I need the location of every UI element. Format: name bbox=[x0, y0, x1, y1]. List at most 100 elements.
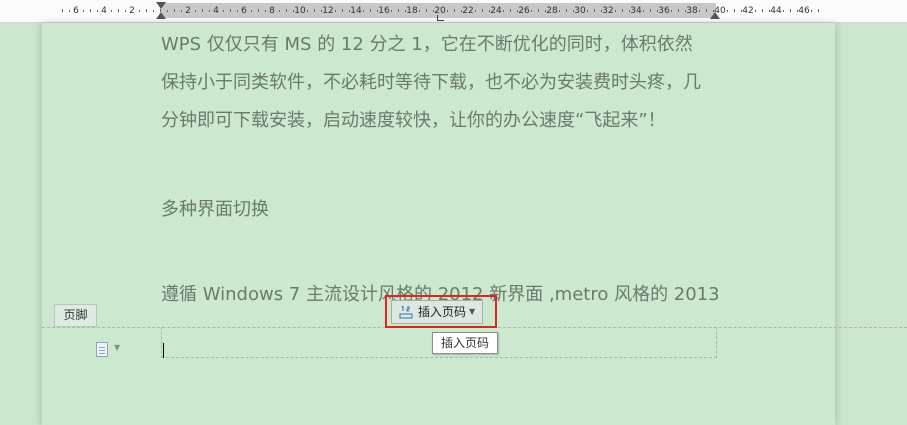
ruler-tick bbox=[531, 10, 532, 12]
text-cursor bbox=[163, 343, 164, 358]
ruler-tick bbox=[573, 10, 574, 12]
ruler-tick bbox=[181, 10, 182, 12]
ruler-tick bbox=[643, 10, 644, 12]
ruler-tick bbox=[741, 10, 742, 12]
ruler-tick bbox=[83, 10, 84, 12]
ruler-tick bbox=[559, 10, 560, 12]
ruler-tick bbox=[538, 9, 539, 12]
ruler-label: 36 bbox=[658, 6, 670, 16]
ruler-tick bbox=[685, 10, 686, 12]
ruler-tick bbox=[482, 9, 483, 12]
ruler-tick bbox=[461, 10, 462, 12]
ruler-tick bbox=[237, 10, 238, 12]
ruler-tick bbox=[391, 10, 392, 12]
first-line-indent-marker[interactable] bbox=[156, 2, 166, 9]
ruler-tick bbox=[251, 10, 252, 12]
ruler-tick bbox=[314, 9, 315, 12]
ruler-tick bbox=[118, 9, 119, 12]
ruler-tick bbox=[447, 10, 448, 12]
ruler-label: 44 bbox=[770, 6, 782, 16]
ruler-tick bbox=[69, 10, 70, 12]
ruler-tick bbox=[223, 10, 224, 12]
chevron-down-icon: ▼ bbox=[469, 307, 476, 316]
horizontal-ruler[interactable]: 6 4 2 2 4 6 8 10 12 14 16 18 20 22 24 26 28 30 32 34 36 38 40 4… bbox=[0, 0, 907, 23]
ruler-tick bbox=[307, 10, 308, 12]
chevron-down-icon: ▼ bbox=[114, 343, 121, 352]
ruler-label: 2 bbox=[185, 6, 191, 16]
ruler-tick bbox=[202, 9, 203, 12]
ruler-tick bbox=[209, 10, 210, 12]
ruler-tick bbox=[146, 9, 147, 12]
ruler-label: 26 bbox=[518, 6, 530, 16]
ruler-tick bbox=[594, 9, 595, 12]
ruler-label: 22 bbox=[462, 6, 474, 16]
ruler-tick bbox=[587, 10, 588, 12]
ruler-tick bbox=[433, 10, 434, 12]
tab-stop-marker[interactable] bbox=[437, 15, 444, 21]
ruler-label: 6 bbox=[73, 6, 79, 16]
ruler-tick bbox=[657, 10, 658, 12]
ruler-tick bbox=[706, 9, 707, 12]
ruler-label: 10 bbox=[294, 6, 306, 16]
ruler-label: 4 bbox=[101, 6, 107, 16]
ruler-tick bbox=[629, 10, 630, 12]
ruler-label: 18 bbox=[406, 6, 418, 16]
ruler-tick bbox=[258, 9, 259, 12]
ruler-tick bbox=[97, 10, 98, 12]
ruler-tick bbox=[727, 10, 728, 12]
ruler-label: 28 bbox=[546, 6, 558, 16]
ruler-tick bbox=[335, 10, 336, 12]
ruler-tick bbox=[265, 10, 266, 12]
ruler-tick bbox=[510, 9, 511, 12]
ruler-tick bbox=[90, 9, 91, 12]
ruler-tick bbox=[818, 9, 819, 12]
document-icon bbox=[96, 342, 108, 357]
ruler-tick bbox=[678, 9, 679, 12]
ruler-label: 12 bbox=[322, 6, 334, 16]
ruler-tick bbox=[342, 9, 343, 12]
ruler-tick bbox=[762, 9, 763, 12]
ruler-tick bbox=[755, 10, 756, 12]
body-paragraph-line-1: WPS 仅仅只有 MS 的 12 分之 1，它在不断优化的同时，体积依然 bbox=[161, 34, 693, 55]
ruler-tick bbox=[699, 10, 700, 12]
ruler-tick bbox=[517, 10, 518, 12]
ruler-tick bbox=[615, 10, 616, 12]
ruler-tick bbox=[454, 9, 455, 12]
ruler-tick bbox=[622, 9, 623, 12]
ruler-tick bbox=[797, 10, 798, 12]
ruler-tick bbox=[545, 10, 546, 12]
ruler-tick bbox=[363, 10, 364, 12]
ruler-label: 32 bbox=[602, 6, 614, 16]
ruler-label: 46 bbox=[798, 6, 810, 16]
ruler-tick bbox=[370, 9, 371, 12]
ruler-label: 38 bbox=[686, 6, 698, 16]
ruler-tick bbox=[230, 9, 231, 12]
footer-options-button[interactable]: ▼ bbox=[94, 341, 124, 357]
ruler-tick bbox=[279, 10, 280, 12]
ruler-label: 2 bbox=[129, 6, 135, 16]
ruler-tick bbox=[111, 10, 112, 12]
body-paragraph-line-2: 保持小于同类软件，不必耗时等待下载，也不必为安装费时头疼，几 bbox=[161, 72, 701, 93]
ruler-tick bbox=[167, 10, 168, 12]
insert-page-number-tooltip: 插入页码 bbox=[432, 332, 498, 354]
ruler-tick bbox=[601, 10, 602, 12]
left-indent-marker[interactable] bbox=[156, 12, 166, 19]
ruler-label: 24 bbox=[490, 6, 502, 16]
insert-page-number-button[interactable]: 插入页码 ▼ bbox=[391, 300, 483, 324]
ruler-tick bbox=[790, 9, 791, 12]
body-paragraph-line-3: 分钟即可下载安装，启动速度较快，让你的办公速度“飞起来”！ bbox=[161, 110, 666, 131]
ruler-tick bbox=[62, 9, 63, 12]
ruler-tick bbox=[293, 10, 294, 12]
ruler-label: 30 bbox=[574, 6, 586, 16]
ruler-label: 4 bbox=[213, 6, 219, 16]
ruler-label: 42 bbox=[742, 6, 754, 16]
ruler-tick bbox=[503, 10, 504, 12]
ruler-tick bbox=[377, 10, 378, 12]
ruler-tick bbox=[426, 9, 427, 12]
ruler-tick bbox=[419, 10, 420, 12]
ruler-tick bbox=[671, 10, 672, 12]
ruler-tick bbox=[783, 10, 784, 12]
right-indent-marker[interactable] bbox=[710, 12, 720, 19]
ruler-tick bbox=[321, 10, 322, 12]
ruler-tick bbox=[734, 9, 735, 12]
